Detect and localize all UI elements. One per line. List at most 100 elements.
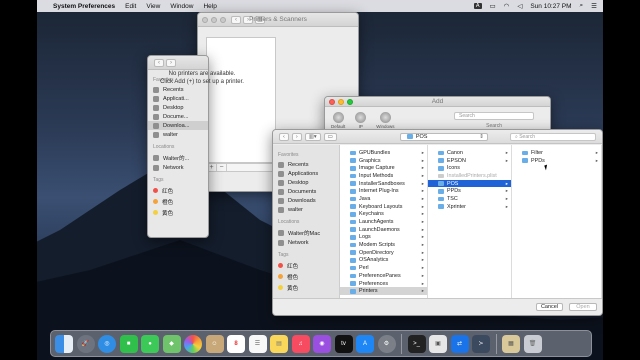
- sidebar-tag-orange[interactable]: 橙色: [148, 196, 208, 207]
- podcasts-icon[interactable]: ◉: [313, 334, 331, 353]
- forward-button[interactable]: ›: [291, 132, 302, 141]
- back-icon[interactable]: ‹: [231, 15, 241, 24]
- remove-printer-button[interactable]: −: [217, 164, 227, 171]
- list-item[interactable]: PreferencePanes ▸: [340, 272, 427, 280]
- list-item-selected-path[interactable]: Printers ▸: [340, 287, 427, 296]
- sidebar-tag-red[interactable]: 红色: [273, 260, 339, 271]
- forward-icon[interactable]: ›: [243, 15, 253, 24]
- list-item[interactable]: LaunchDaemons ▸: [340, 226, 427, 234]
- path-popup[interactable]: POS ⇕: [399, 132, 488, 141]
- sidebar-item-applications[interactable]: Applications: [273, 169, 339, 178]
- sidebar-item-recents[interactable]: Recents: [148, 85, 208, 94]
- spotlight-icon[interactable]: ⌕: [580, 2, 584, 10]
- maps-icon[interactable]: ◆: [162, 334, 181, 353]
- printer-utility-icon[interactable]: ▣: [429, 334, 447, 353]
- list-item[interactable]: Graphics ▸: [340, 157, 427, 165]
- reminders-icon[interactable]: ☰: [248, 334, 267, 353]
- view-mode-button[interactable]: ▥▾: [304, 132, 321, 141]
- downloads-stack-icon[interactable]: ▦: [502, 334, 520, 353]
- sidebar-item-home[interactable]: walter: [273, 205, 339, 214]
- back-icon[interactable]: ‹: [154, 58, 164, 67]
- list-item[interactable]: Input Methods ▸: [340, 172, 427, 180]
- sidebar-item-downloads[interactable]: Downloa...: [148, 121, 208, 130]
- sidebar-item-downloads[interactable]: Downloads: [273, 196, 339, 205]
- minimize-button[interactable]: [338, 98, 344, 105]
- airplay-icon[interactable]: ▭: [490, 2, 496, 10]
- app-store-icon[interactable]: A: [356, 334, 374, 353]
- list-item[interactable]: Modem Scripts ▸: [340, 241, 427, 249]
- sidebar-item-applications[interactable]: Applicati...: [148, 94, 208, 103]
- system-preferences-icon[interactable]: ⚙: [377, 334, 396, 353]
- minimize-button[interactable]: [211, 16, 217, 23]
- sidebar-item-documents[interactable]: Documents: [273, 187, 339, 196]
- list-item[interactable]: OpenDirectory ▸: [340, 249, 427, 257]
- zoom-button[interactable]: [220, 16, 226, 23]
- list-item[interactable]: InstallerSandboxes ▸: [340, 180, 427, 188]
- sidebar-tag-red[interactable]: 红色: [148, 185, 208, 196]
- sidebar-tag-yellow[interactable]: 黄色: [148, 207, 208, 218]
- list-item[interactable]: Keyboard Layouts ▸: [340, 203, 427, 211]
- menu-edit[interactable]: Edit: [125, 3, 136, 10]
- sidebar-item-network[interactable]: Network: [148, 163, 208, 172]
- sidebar-tag-orange[interactable]: 橙色: [273, 271, 339, 282]
- list-item[interactable]: Image Capture ▸: [340, 164, 427, 172]
- menu-view[interactable]: View: [146, 3, 160, 10]
- sidebar-item-home[interactable]: walter: [148, 130, 208, 139]
- terminal-icon[interactable]: >_: [407, 334, 426, 353]
- music-icon[interactable]: ♫: [291, 334, 310, 353]
- ip-tab[interactable]: IP: [355, 112, 367, 129]
- menu-window[interactable]: Window: [170, 3, 193, 10]
- list-item[interactable]: EPSON ▸: [428, 157, 511, 165]
- trash-icon[interactable]: 🗑: [523, 334, 542, 353]
- volume-icon[interactable]: ◁: [517, 2, 522, 10]
- printer-list[interactable]: [206, 37, 276, 163]
- teamviewer-icon[interactable]: ⇄: [450, 334, 469, 353]
- list-item[interactable]: LaunchAgents ▸: [340, 218, 427, 226]
- list-item[interactable]: Internet Plug-Ins ▸: [340, 187, 427, 195]
- facetime-icon[interactable]: ■: [119, 334, 138, 353]
- grid-icon[interactable]: ▦: [255, 15, 265, 24]
- notes-icon[interactable]: ▤: [270, 334, 288, 353]
- tv-icon[interactable]: tv: [334, 334, 353, 353]
- list-item[interactable]: Canon ▸: [428, 149, 511, 157]
- sidebar-item-desktop[interactable]: Desktop: [273, 178, 339, 187]
- open-button[interactable]: Open: [569, 303, 597, 311]
- safari-icon[interactable]: ◎: [98, 334, 116, 353]
- finder-icon[interactable]: [55, 334, 73, 353]
- windows-tab[interactable]: Windows: [376, 112, 395, 129]
- launchpad-icon[interactable]: 🚀: [76, 334, 95, 353]
- cancel-button[interactable]: Cancel: [536, 303, 563, 311]
- sidebar-tag-yellow[interactable]: 黄色: [273, 282, 339, 293]
- clock[interactable]: Sun 10:27 PM: [530, 3, 571, 10]
- sidebar-item-recents[interactable]: Recents: [273, 160, 339, 169]
- messages-icon[interactable]: ●: [141, 334, 159, 353]
- list-item[interactable]: Java ▸: [340, 195, 427, 203]
- list-item[interactable]: Xprinter ▸: [428, 203, 511, 211]
- list-item[interactable]: OSAnalytics ▸: [340, 257, 427, 265]
- remote-desktop-icon[interactable]: ≻: [472, 334, 490, 353]
- list-item[interactable]: PPDs ▸: [512, 157, 601, 165]
- wifi-icon[interactable]: ◠: [504, 2, 510, 10]
- close-button[interactable]: [202, 16, 208, 23]
- list-item[interactable]: Logs ▸: [340, 234, 427, 242]
- sidebar-item-documents[interactable]: Docume...: [148, 112, 208, 121]
- sidebar-item-desktop[interactable]: Desktop: [148, 103, 208, 112]
- list-item[interactable]: Icons: [428, 164, 511, 172]
- photos-icon[interactable]: [184, 334, 202, 353]
- control-center-icon[interactable]: ☰: [591, 2, 597, 10]
- menu-help[interactable]: Help: [203, 3, 216, 10]
- zoom-button[interactable]: [347, 98, 353, 105]
- list-item[interactable]: TSC ▸: [428, 195, 511, 203]
- new-folder-button[interactable]: ▭: [323, 132, 337, 141]
- dialog-search-input[interactable]: ⌕ Search: [510, 132, 596, 141]
- list-item[interactable]: Perl ▸: [340, 264, 427, 272]
- sidebar-item-mac[interactable]: Walter的Mac: [273, 227, 339, 238]
- input-source-icon[interactable]: A: [473, 3, 482, 9]
- sidebar-item-network[interactable]: Network: [273, 238, 339, 247]
- back-button[interactable]: ‹: [279, 132, 289, 141]
- default-tab[interactable]: Default: [331, 112, 345, 129]
- list-item[interactable]: Preferences ▸: [340, 280, 427, 288]
- close-button[interactable]: [329, 98, 335, 105]
- list-item-selected[interactable]: POS ▸: [428, 179, 511, 188]
- sidebar-item-mac[interactable]: Walter的...: [148, 152, 208, 163]
